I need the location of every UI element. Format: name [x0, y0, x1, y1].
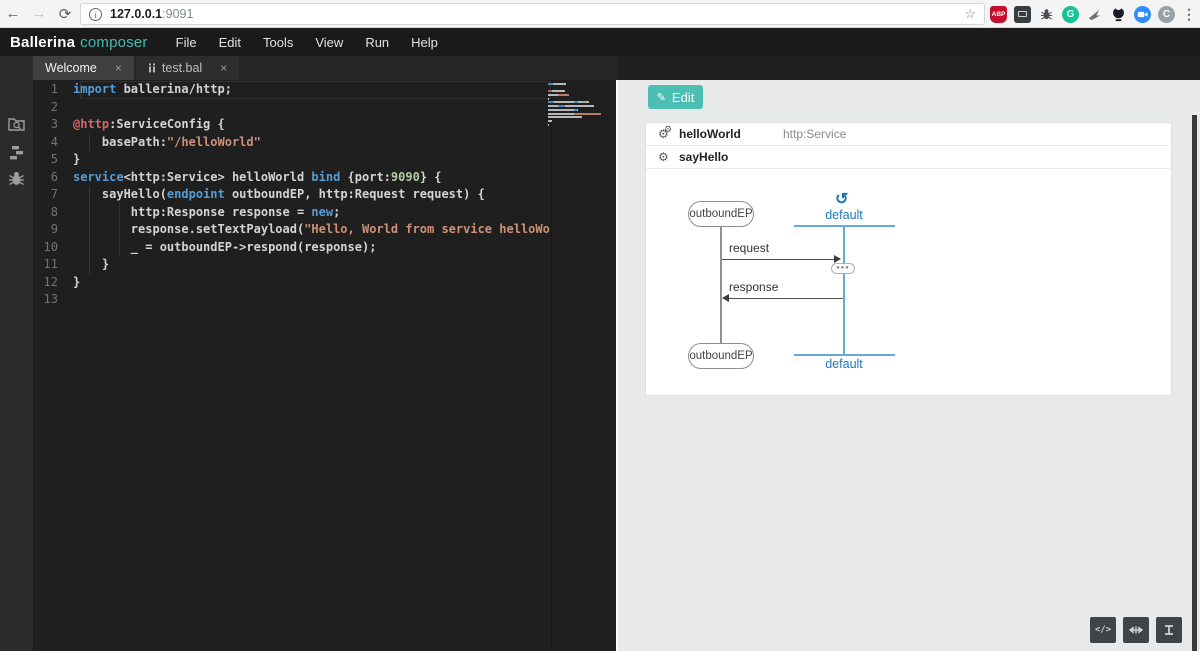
bookmark-star-icon[interactable]: ☆	[964, 6, 976, 22]
code-rows: 1 import ballerina/http; 2 3 @http:ServiceCo…	[33, 81, 551, 309]
tab-test-bal[interactable]: test.bal ×	[135, 56, 240, 80]
design-view-button[interactable]	[1156, 617, 1182, 643]
menubar: File Edit Tools View Run Help	[176, 35, 438, 50]
default-worker-label-top[interactable]: default	[814, 208, 874, 222]
ballerina-file-icon	[148, 63, 155, 73]
service-type: http:Service	[783, 127, 847, 141]
code-line[interactable]: 13	[33, 291, 551, 309]
code-editor[interactable]: 1 import ballerina/http; 2 3 @http:ServiceCo…	[33, 80, 618, 651]
tab-close-icon[interactable]: ×	[218, 61, 229, 75]
tab-welcome[interactable]: Welcome ×	[33, 56, 134, 80]
code-line[interactable]: 10 _ = outboundEP->respond(response);	[33, 239, 551, 257]
code-line[interactable]: 5}	[33, 151, 551, 169]
extension-strip: ABP G C ⋮	[990, 0, 1196, 28]
octocat-extension-icon[interactable]	[1110, 6, 1127, 23]
url-host: 127.0.0.1	[110, 7, 163, 21]
resource-gear-icon: ⚙	[658, 150, 669, 164]
service-card: ⚙ ⚙ helloWorld http:Service ⚙ sayHello ou…	[645, 122, 1172, 396]
request-message-line	[722, 259, 836, 260]
pencil-icon: ✎	[656, 91, 666, 104]
code-line[interactable]: 9 response.setTextPayload("Hello, World …	[33, 221, 551, 239]
address-bar[interactable]: i 127.0.0.1 :9091 ☆	[80, 3, 985, 25]
menu-tools[interactable]: Tools	[263, 35, 293, 50]
app-header: Ballerina composer File Edit Tools View Run He…	[0, 28, 1200, 56]
tab-close-icon[interactable]: ×	[113, 61, 124, 75]
default-worker-label-bottom[interactable]: default	[814, 357, 874, 371]
worker-lifeline	[843, 225, 845, 355]
service-gears-icon: ⚙ ⚙	[658, 124, 673, 141]
source-view-button[interactable]: </>	[1090, 617, 1116, 643]
code-line[interactable]: 4 basePath:"/helloWorld"	[33, 134, 551, 152]
response-message-label[interactable]: response	[729, 280, 778, 294]
adblock-plus-icon[interactable]: ABP	[990, 5, 1007, 23]
menu-run[interactable]: Run	[365, 35, 389, 50]
menu-file[interactable]: File	[176, 35, 197, 50]
endpoint-lifeline	[720, 227, 722, 343]
design-view-panel: ✎ Edit ⚙ ⚙ helloWorld http:Service ⚙ sayH…	[618, 80, 1200, 651]
menu-view[interactable]: View	[315, 35, 343, 50]
default-worker-icon[interactable]: ↺	[835, 189, 848, 209]
bug-extension-icon[interactable]	[1038, 6, 1055, 23]
grammarly-icon[interactable]: G	[1062, 5, 1079, 23]
response-arrowhead-icon	[722, 294, 729, 302]
request-message-label[interactable]: request	[729, 241, 769, 255]
fit-to-width-button[interactable]	[1123, 617, 1149, 643]
endpoint-lifeline-foot[interactable]: outboundEP	[688, 343, 754, 369]
url-port: :9091	[162, 7, 194, 21]
brand-logo: Ballerina composer	[10, 33, 148, 51]
vertical-scrollbar[interactable]	[1192, 115, 1197, 651]
edit-button[interactable]: ✎ Edit	[648, 85, 703, 109]
code-line[interactable]: 1 import ballerina/http;	[33, 81, 551, 99]
debug-bug-icon[interactable]	[7, 169, 26, 188]
service-name: helloWorld	[679, 127, 741, 141]
endpoint-lifeline-head[interactable]: outboundEP	[688, 201, 754, 227]
tabbar: Welcome × test.bal ×	[33, 56, 618, 80]
minimap-separator	[551, 80, 552, 651]
c-circle-extension-icon[interactable]: C	[1158, 5, 1175, 23]
page-info-icon[interactable]: i	[89, 7, 102, 21]
browser-toolbar: ← → ⟳ i 127.0.0.1 :9091 ☆ ABP G C ⋮	[0, 0, 1200, 28]
ballerina-composer-window: ← → ⟳ i 127.0.0.1 :9091 ☆ ABP G C ⋮ Balleri…	[0, 0, 1200, 651]
indent-guide	[89, 133, 90, 151]
service-header-row[interactable]: ⚙ ⚙ helloWorld http:Service	[646, 123, 1171, 146]
action-invocation-dots[interactable]: ●●●	[831, 263, 855, 274]
zoom-meeting-icon[interactable]	[1134, 5, 1151, 23]
back-icon[interactable]: ←	[0, 5, 26, 22]
fit-arrows-icon	[1129, 626, 1143, 634]
code-line[interactable]: 2	[33, 99, 551, 117]
ibeam-icon	[1165, 625, 1173, 635]
swoosh-extension-icon[interactable]	[1086, 6, 1103, 23]
menu-edit[interactable]: Edit	[219, 35, 241, 50]
browser-menu-icon[interactable]: ⋮	[1182, 6, 1196, 23]
console-icon[interactable]	[7, 144, 26, 163]
indent-guide	[119, 203, 120, 256]
code-line[interactable]: 6 service<http:Service> helloWorld bind {…	[33, 169, 551, 187]
code-line[interactable]: 11 }	[33, 256, 551, 274]
screenshot-extension-icon[interactable]	[1014, 5, 1031, 23]
activity-sidebar	[0, 56, 33, 651]
request-arrowhead-icon	[834, 255, 841, 263]
resource-name: sayHello	[679, 150, 729, 164]
code-line[interactable]: 7 sayHello(endpoint outboundEP, http:Req…	[33, 186, 551, 204]
menu-help[interactable]: Help	[411, 35, 438, 50]
code-line[interactable]: 3 @http:ServiceConfig {	[33, 116, 551, 134]
forward-icon[interactable]: →	[26, 5, 52, 22]
file-explorer-icon[interactable]	[7, 115, 26, 134]
reload-icon[interactable]: ⟳	[52, 5, 78, 23]
worker-top-bar	[794, 225, 895, 227]
indent-guide	[89, 186, 90, 274]
minimap[interactable]	[548, 83, 614, 131]
code-line[interactable]: 12}	[33, 274, 551, 292]
code-line[interactable]: 8 http:Response response = new;	[33, 204, 551, 222]
response-message-line	[728, 298, 843, 299]
resource-header-row[interactable]: ⚙ sayHello	[646, 146, 1171, 169]
worker-bottom-bar	[794, 354, 895, 356]
